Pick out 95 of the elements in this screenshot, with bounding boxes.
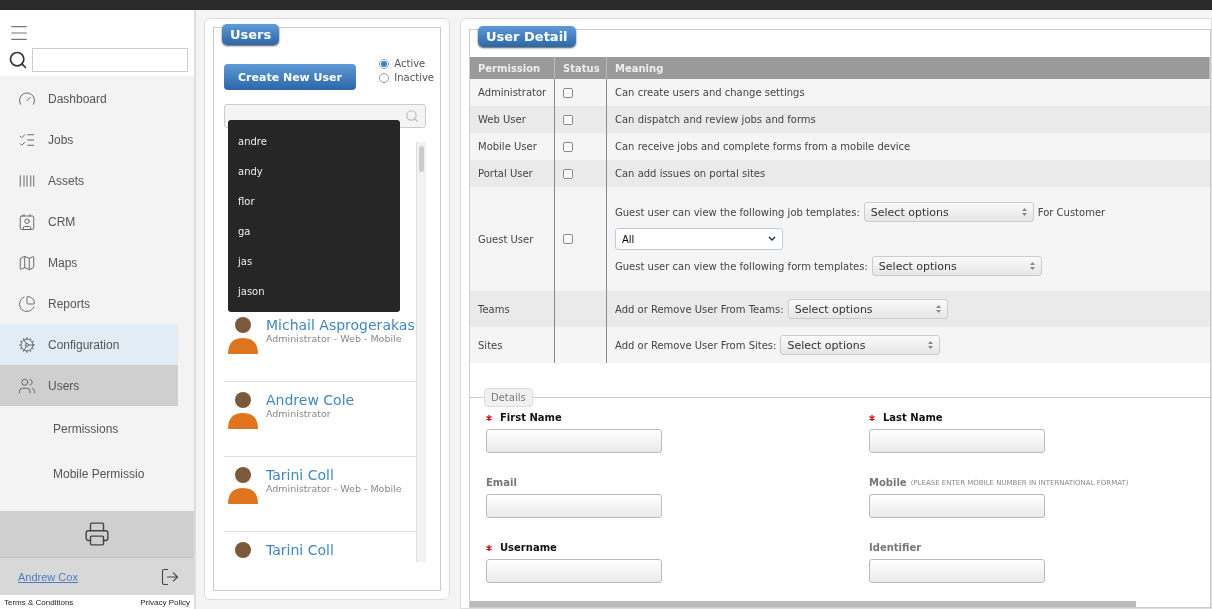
sidebar-item-label: Users — [48, 378, 80, 393]
logout-icon[interactable] — [160, 566, 180, 587]
sidebar-item[interactable]: Dashboard — [0, 78, 178, 119]
sidebar-item[interactable]: Reports — [0, 283, 178, 324]
assign-select[interactable]: Select options — [787, 299, 948, 320]
meaning-text: Can receive jobs and complete forms from a mobile device — [615, 141, 911, 153]
input-field[interactable] — [486, 559, 662, 584]
sidebar-item[interactable]: Jobs — [0, 119, 178, 160]
sidebar-item-label: Jobs — [48, 132, 74, 147]
field-label: First Name — [500, 412, 562, 424]
up-down-caret-icon — [1029, 262, 1035, 271]
permission-cell: Web User — [470, 106, 555, 134]
column-header: Permission — [470, 57, 555, 80]
sidebar-item-label: Dashboard — [48, 91, 107, 106]
customer-label: For Customer — [1037, 206, 1106, 218]
suggestion-item[interactable]: ga — [228, 216, 400, 246]
customer-select[interactable]: All — [615, 228, 783, 251]
avatar-silhouette-icon — [228, 392, 258, 429]
suggestion-item[interactable]: andy — [228, 156, 400, 186]
radio-label: Active — [394, 58, 426, 69]
up-down-caret-icon — [935, 305, 941, 314]
status-checkbox[interactable] — [563, 87, 573, 98]
sidebar-item-label: Reports — [48, 296, 91, 311]
form-templates-label: Guest user can view the following form templates: — [615, 260, 868, 272]
status-checkbox[interactable] — [563, 234, 573, 245]
pie-chart-icon — [18, 294, 36, 313]
search-icon — [405, 109, 419, 123]
job-templates-label: Guest user can view the following job templates: — [615, 206, 860, 218]
avatar-silhouette-icon — [228, 467, 258, 504]
meaning-text: Can create users and change settings — [615, 87, 805, 99]
permission-cell: Teams — [470, 291, 555, 328]
input-field[interactable] — [869, 429, 1045, 454]
suggestion-item[interactable]: jason — [228, 276, 400, 306]
input-field[interactable] — [869, 494, 1045, 519]
permission-cell: Guest User — [470, 187, 555, 292]
create-user-button[interactable]: Create New User — [224, 64, 356, 90]
sidebar-item-label: Configuration — [48, 337, 120, 352]
column-header: Status — [555, 57, 607, 80]
permission-cell: Portal User — [470, 160, 555, 188]
meaning-text: Can add issues on portal sites — [615, 168, 766, 180]
permission-cell: Administrator — [470, 79, 555, 107]
field-label: Username — [500, 542, 557, 554]
printer-icon[interactable] — [84, 521, 110, 547]
input-field[interactable] — [486, 494, 662, 519]
user-list-item[interactable]: Tarini Coll Administrator - Web - Mobile — [224, 457, 416, 532]
sidebar-item[interactable]: Assets — [0, 160, 178, 201]
user-list-item[interactable]: Michail Asprogerakas Administrator - Web - Mobile — [224, 307, 416, 382]
sidebar-item-label: Maps — [48, 255, 78, 270]
sidebar-subitem[interactable]: Mobile Permissio — [0, 451, 178, 496]
input-field[interactable] — [869, 559, 1045, 584]
search-field[interactable] — [32, 48, 188, 72]
footer-link[interactable]: Terms & Conditions — [4, 597, 74, 607]
suggestion-item[interactable]: jas — [228, 246, 400, 276]
form-templates-select[interactable]: Select options — [871, 256, 1042, 277]
assign-select[interactable]: Select options — [780, 335, 941, 356]
permission-cell: Mobile User — [470, 133, 555, 161]
assign-label: Add or Remove User From Sites: — [615, 339, 777, 351]
meaning-text: Can dispatch and review jobs and forms — [615, 114, 816, 126]
footer-link[interactable]: Privacy Policy — [140, 597, 190, 607]
sidebar-item[interactable]: Configuration — [0, 324, 178, 365]
up-down-caret-icon — [928, 341, 934, 350]
up-down-caret-icon — [1021, 208, 1027, 217]
user-list-item[interactable]: Andrew Cole Administrator — [224, 382, 416, 457]
details-legend: Details — [484, 388, 533, 408]
sidebar-item-label: CRM — [48, 214, 76, 229]
sidebar-subitem[interactable]: Permissions — [0, 406, 178, 451]
sidebar-item[interactable]: CRM — [0, 201, 178, 242]
suggestion-item[interactable]: andre — [228, 126, 400, 156]
field-label: Last Name — [883, 412, 943, 424]
radio-label: Inactive — [394, 72, 434, 83]
status-checkbox[interactable] — [563, 114, 573, 125]
sidebar-item[interactable]: Maps — [0, 242, 178, 283]
scrollbar-thumb[interactable] — [419, 146, 424, 172]
job-templates-select[interactable]: Select options — [863, 202, 1034, 223]
horizontal-scrollbar[interactable] — [470, 601, 1136, 607]
field-label: Identifier — [869, 542, 922, 554]
field-label: Mobile — [869, 477, 907, 489]
avatar-silhouette-icon — [228, 317, 258, 354]
sidebar-item-label: Assets — [48, 173, 84, 188]
status-checkbox[interactable] — [563, 141, 573, 152]
users-icon — [18, 376, 36, 395]
cog-icon — [18, 335, 36, 354]
field-label: Email — [486, 477, 517, 489]
assign-label: Add or Remove User From Teams: — [615, 303, 784, 315]
map-icon — [18, 253, 36, 272]
suggestion-item[interactable]: flor — [228, 186, 400, 216]
input-field[interactable] — [486, 429, 662, 454]
permission-cell: Sites — [470, 327, 555, 364]
column-header: Meaning — [607, 57, 1210, 80]
contact-card-icon — [18, 212, 36, 231]
chevron-down-icon — [768, 236, 776, 243]
gauge-icon — [18, 89, 36, 108]
search-icon[interactable] — [8, 50, 28, 70]
sidebar-item[interactable]: Users — [0, 365, 178, 406]
status-checkbox[interactable] — [563, 168, 573, 179]
